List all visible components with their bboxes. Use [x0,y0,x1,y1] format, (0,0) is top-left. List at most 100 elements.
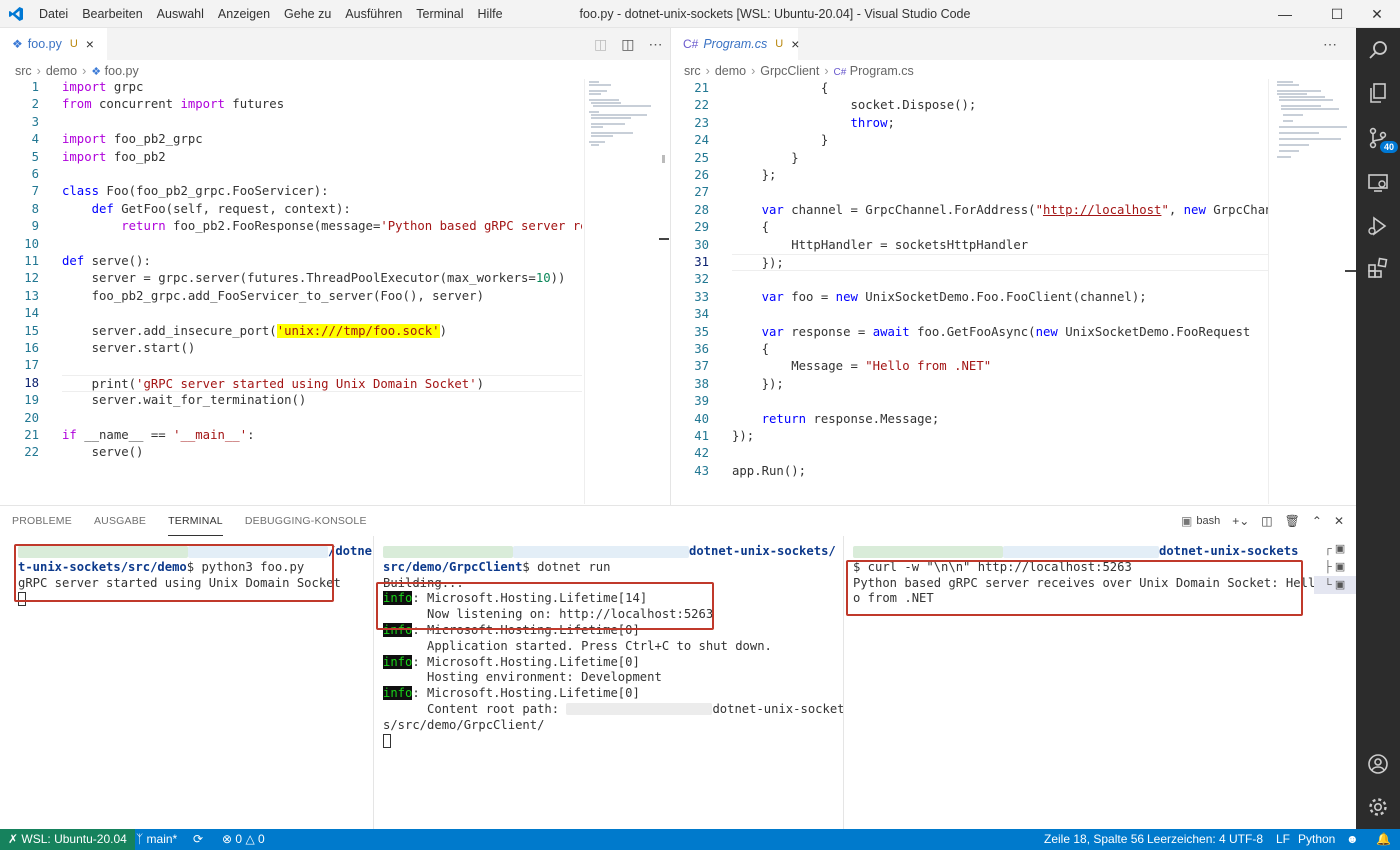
minimap-left[interactable] [584,79,656,504]
more-actions-icon[interactable]: ⋯ [648,36,662,53]
feedback-icon[interactable]: ☻ [1346,829,1359,850]
close-panel-icon[interactable]: ✕ [1334,514,1344,528]
extensions-icon[interactable] [1356,248,1400,288]
warning-icon: △ [245,832,255,846]
code-line: var response = await foo.GetFooAsync(new… [761,324,1251,339]
panel-tabs: PROBLEME AUSGABE TERMINAL DEBUGGING-KONS… [12,506,389,536]
menu-item[interactable]: Terminal [409,0,470,28]
close-tab-icon[interactable]: × [791,36,799,52]
sync-icon[interactable]: ⟳ [193,829,203,850]
highlight-box [846,560,1303,616]
shell-label[interactable]: bash [1196,515,1220,527]
code-line: }); [732,254,1268,272]
code-line: foo_pb2_grpc.add_FooServicer_to_server(F… [62,288,484,303]
code-editor-program-cs[interactable]: { socket.Dispose(); throw; } } }; var ch… [732,80,1268,480]
language-mode[interactable]: Python [1298,829,1335,850]
indentation[interactable]: Leerzeichen: 4 [1147,829,1226,850]
breadcrumb-item[interactable]: foo.py [105,64,139,78]
log-text: : Microsoft.Hosting.Lifetime[0] [412,654,640,669]
tab-label: Program.cs [703,37,768,51]
terminal-list-item[interactable]: ┌ ▣ [1314,540,1356,558]
breadcrumb-item[interactable]: src [684,64,701,78]
branch-indicator[interactable]: ᛉ main* [136,829,177,850]
terminal-output-line: info: Microsoft.Hosting.Lifetime[0] [383,686,835,702]
explorer-icon[interactable] [1356,73,1400,113]
split-editor-icon[interactable]: ◫ [621,36,634,53]
warning-count: 0 [258,832,265,846]
split-terminal-icon[interactable]: ◫ [1261,514,1272,528]
code-line: { [732,81,829,95]
breadcrumb-item[interactable]: demo [715,64,746,78]
menu-item[interactable]: Hilfe [471,0,510,28]
minimap-right[interactable] [1268,79,1348,504]
breadcrumb-item[interactable]: Program.cs [850,64,914,78]
code-line: }; [732,168,777,182]
menu-item[interactable]: Anzeigen [211,0,277,28]
cursor-position[interactable]: Zeile 18, Spalte 56 [1044,829,1144,850]
line-number: 20 [24,410,39,425]
code-line: server.wait_for_termination() [62,393,307,408]
code-editor-foo-py[interactable]: import grpc from concurrent import future… [62,79,582,469]
search-icon[interactable] [1356,30,1400,70]
new-terminal-icon[interactable]: +⌄ [1232,514,1249,528]
maximize-panel-icon[interactable]: ⌃ [1312,514,1322,528]
log-text: Application started. Press Ctrl+C to shu… [383,638,772,653]
code-line: server.add_insecure_port('unix:///tmp/fo… [62,323,447,338]
scroll-marker [1345,270,1356,272]
settings-gear-icon[interactable] [1356,787,1400,827]
run-debug-icon[interactable] [1356,206,1400,246]
tab-debug-console[interactable]: DEBUGGING-KONSOLE [245,506,367,536]
breadcrumb-item[interactable]: src [15,64,32,78]
kill-terminal-icon[interactable]: 🗑 [1285,514,1300,528]
tab-terminal[interactable]: TERMINAL [168,506,223,536]
tab-program-cs[interactable]: C# Program.cs U × [671,28,799,60]
terminal-dotnet[interactable]: dotnet-unix-sockets/ src/demo/GrpcClient… [383,544,845,749]
terminal-list-item[interactable]: └ ▣ [1314,576,1356,594]
minimize-icon[interactable]: — [1262,0,1308,28]
line-number: 33 [694,289,709,304]
remote-explorer-icon[interactable] [1356,163,1400,203]
terminal-divider [843,536,844,830]
line-number: 23 [694,115,709,130]
encoding[interactable]: UTF-8 [1229,829,1263,850]
more-actions-icon[interactable]: ⋯ [1323,36,1337,53]
code-line: import grpc [62,80,144,94]
tab-foo-py[interactable]: ❖ foo.py U × [0,28,108,60]
menu-item[interactable]: Bearbeiten [75,0,149,28]
csharp-file-icon: C# [683,37,699,51]
terminal-cursor [383,734,391,749]
menu-item[interactable]: Ausführen [338,0,409,28]
open-changes-icon[interactable]: ◫ [594,36,607,53]
breadcrumb-item[interactable]: demo [46,64,77,78]
code-line: server = grpc.server(futures.ThreadPoolE… [62,271,566,286]
account-icon[interactable] [1356,744,1400,784]
line-ending[interactable]: LF [1276,829,1290,850]
editor-split-divider[interactable] [670,28,671,505]
tab-problems[interactable]: PROBLEME [12,506,72,536]
menu-item[interactable]: Auswahl [150,0,211,28]
close-tab-icon[interactable]: × [86,36,94,52]
menu-item[interactable]: Datei [32,0,75,28]
log-level-tag: info [383,686,413,701]
line-number: 40 [694,411,709,426]
tab-output[interactable]: AUSGABE [94,506,146,536]
terminal-list-item[interactable]: ├ ▣ [1314,558,1356,576]
code-line: }); [732,376,784,391]
close-window-icon[interactable]: ✕ [1354,0,1400,28]
activity-bar: 40 [1356,28,1400,829]
terminal-output-line: Content root path: [383,701,567,716]
menu-item[interactable]: Gehe zu [277,0,338,28]
source-control-icon[interactable]: 40 [1356,118,1400,158]
problems-indicator[interactable]: ⊗ 0 △ 0 [222,829,265,850]
breadcrumb-item[interactable]: GrpcClient [760,64,819,78]
branch-label: main* [146,832,178,846]
line-number: 17 [24,358,39,373]
notifications-icon[interactable]: 🔔 [1376,829,1391,850]
line-number: 13 [24,288,39,303]
line-number: 41 [694,429,709,443]
code-line: { [732,342,770,356]
remote-indicator[interactable]: ✗ WSL: Ubuntu-20.04 [0,829,135,850]
